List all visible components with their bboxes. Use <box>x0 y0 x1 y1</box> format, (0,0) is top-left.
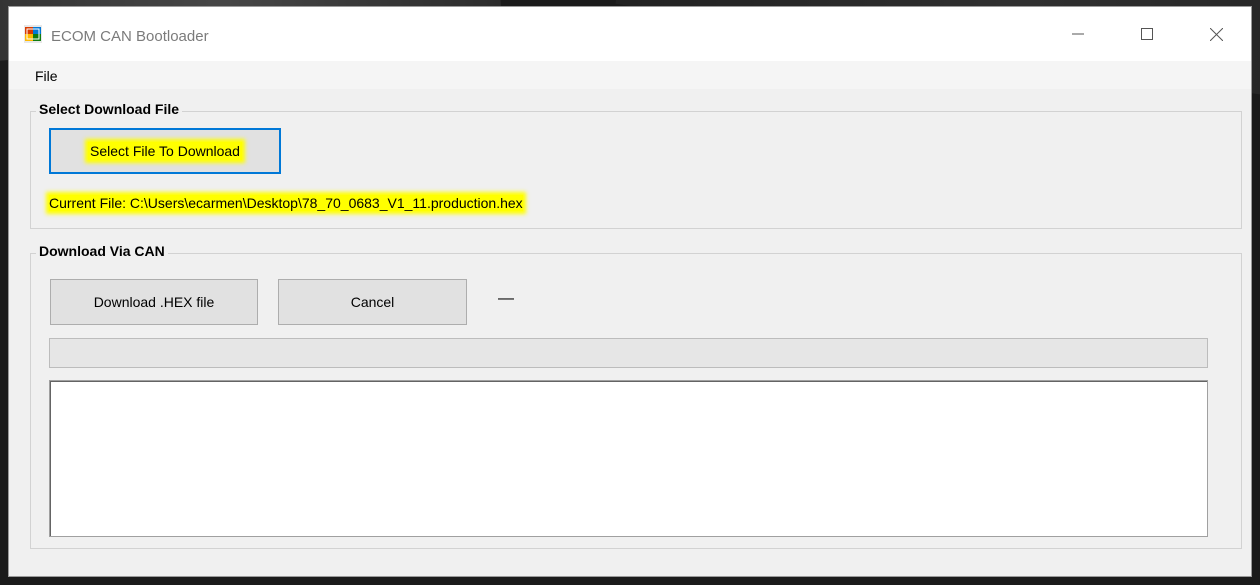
window-title: ECOM CAN Bootloader <box>51 28 209 45</box>
menu-file[interactable]: File <box>35 68 58 84</box>
app-icon <box>24 25 42 43</box>
status-label: — <box>498 290 514 307</box>
select-file-button-label: Select File To Download <box>88 142 242 160</box>
current-file-path: Current File: C:\Users\ecarmen\Desktop\7… <box>49 195 523 211</box>
maximize-button[interactable] <box>1124 7 1170 61</box>
close-button[interactable] <box>1193 7 1239 61</box>
download-hex-button[interactable]: Download .HEX file <box>50 279 258 325</box>
log-output-textbox[interactable] <box>49 380 1208 537</box>
app-window: ECOM CAN Bootloader File Select Download… <box>8 6 1252 577</box>
minimize-button[interactable] <box>1055 7 1101 61</box>
minimize-icon <box>1072 33 1084 35</box>
menu-bar: File <box>9 61 1251 89</box>
download-group-title: Download Via CAN <box>36 243 168 259</box>
select-file-button[interactable]: Select File To Download <box>49 128 281 174</box>
close-icon <box>1209 27 1223 41</box>
cancel-button[interactable]: Cancel <box>278 279 467 325</box>
download-progress-bar <box>49 338 1208 368</box>
maximize-icon <box>1141 28 1153 40</box>
select-group-title: Select Download File <box>36 101 183 117</box>
title-bar[interactable]: ECOM CAN Bootloader <box>9 7 1251 61</box>
